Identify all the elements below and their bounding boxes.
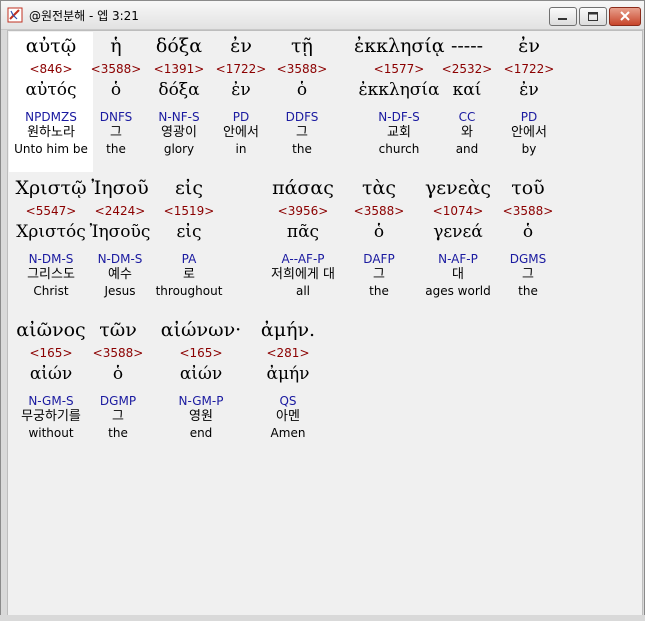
greek-word: αἰώνων· — [160, 319, 242, 341]
strong-number: <281> — [266, 346, 310, 360]
english-gloss: the — [108, 426, 128, 440]
strong-number: <3588> — [353, 204, 405, 218]
strong-number: <3588> — [276, 62, 328, 76]
window-title: @원전분해 - 엡 3:21 — [29, 9, 139, 23]
close-icon — [620, 11, 630, 21]
word-cell[interactable]: τὰς <3588> ὁ DAFP 그 the — [334, 173, 424, 299]
strong-number: <3588> — [92, 346, 144, 360]
greek-word: τοῦ — [511, 177, 545, 199]
parse-code: QS — [279, 394, 297, 408]
korean-gloss: 아멘 — [276, 409, 300, 424]
english-gloss: the — [292, 142, 312, 156]
app-window: @원전분해 - 엡 3:21 αὐτῷ <846> αὐτός NPDMZS 원하노라 U… — [0, 0, 645, 621]
strong-number: <1722> — [503, 62, 555, 76]
word-cell[interactable]: ἐν <1722> ἐν PD 안에서 by — [484, 31, 574, 157]
parse-code: DAFP — [363, 252, 395, 266]
minimize-button[interactable] — [549, 7, 577, 26]
parse-code: DGMS — [509, 252, 547, 266]
english-gloss: by — [521, 142, 537, 156]
korean-gloss: 그 — [296, 125, 308, 140]
word-cell[interactable]: αἰώνων· <165> αἰών N-GM-P 영원 end — [156, 315, 246, 441]
lemma: ὁ — [373, 222, 385, 242]
parse-code: PD — [520, 110, 538, 124]
greek-word: τῶν — [99, 319, 137, 341]
greek-word: ἐν — [518, 35, 540, 57]
strong-number: <1519> — [163, 204, 215, 218]
close-button[interactable] — [609, 7, 641, 26]
maximize-icon — [588, 12, 598, 21]
word-cell[interactable]: εἰς <1519> εἰς PA 로 throughout — [144, 173, 234, 299]
lemma: εἰς — [176, 222, 202, 242]
word-cell[interactable]: ἀμήν. <281> ἀμήν QS 아멘 Amen — [243, 315, 333, 441]
lemma: ἀμήν — [266, 364, 310, 384]
greek-word: ἀμήν. — [260, 319, 316, 341]
title-bar[interactable]: @원전분해 - 엡 3:21 — [1, 1, 644, 30]
strong-number: <165> — [179, 346, 223, 360]
maximize-button[interactable] — [579, 7, 607, 26]
greek-word: τῇ — [291, 35, 313, 57]
interlinear-panel[interactable]: αὐτῷ <846> αὐτός NPDMZS 원하노라 Unto him be ἡ <358… — [7, 30, 643, 617]
english-gloss: the — [518, 284, 538, 298]
korean-gloss: 그 — [522, 267, 534, 282]
english-gloss: end — [189, 426, 213, 440]
window-bottom-edge — [0, 615, 645, 621]
english-gloss: throughout — [155, 284, 223, 298]
greek-word: εἰς — [175, 177, 203, 199]
korean-gloss: 그 — [373, 267, 385, 282]
lemma: ὁ — [112, 364, 124, 384]
english-gloss: the — [369, 284, 389, 298]
lemma: ὁ — [522, 222, 534, 242]
strong-number: <3588> — [502, 204, 554, 218]
english-gloss: Amen — [270, 426, 306, 440]
lemma: ἐν — [519, 80, 539, 100]
korean-gloss: 그 — [112, 409, 124, 424]
parse-code: N-GM-P — [178, 394, 224, 408]
parse-code: DGMP — [99, 394, 137, 408]
greek-word: τὰς — [362, 177, 396, 199]
lemma: αἰών — [179, 364, 223, 384]
app-icon — [7, 7, 23, 23]
parse-code: PA — [181, 252, 197, 266]
korean-gloss: 안에서 — [511, 125, 547, 140]
word-cell[interactable]: τῶν <3588> ὁ DGMP 그 the — [73, 315, 163, 441]
lemma: ὁ — [296, 80, 308, 100]
minimize-icon — [558, 18, 567, 20]
korean-gloss: 로 — [183, 267, 195, 282]
word-cell[interactable]: τοῦ <3588> ὁ DGMS 그 the — [483, 173, 573, 299]
word-cell[interactable]: τῇ <3588> ὁ DDFS 그 the — [257, 31, 347, 157]
parse-code: DDFS — [285, 110, 319, 124]
korean-gloss: 영원 — [189, 409, 213, 424]
